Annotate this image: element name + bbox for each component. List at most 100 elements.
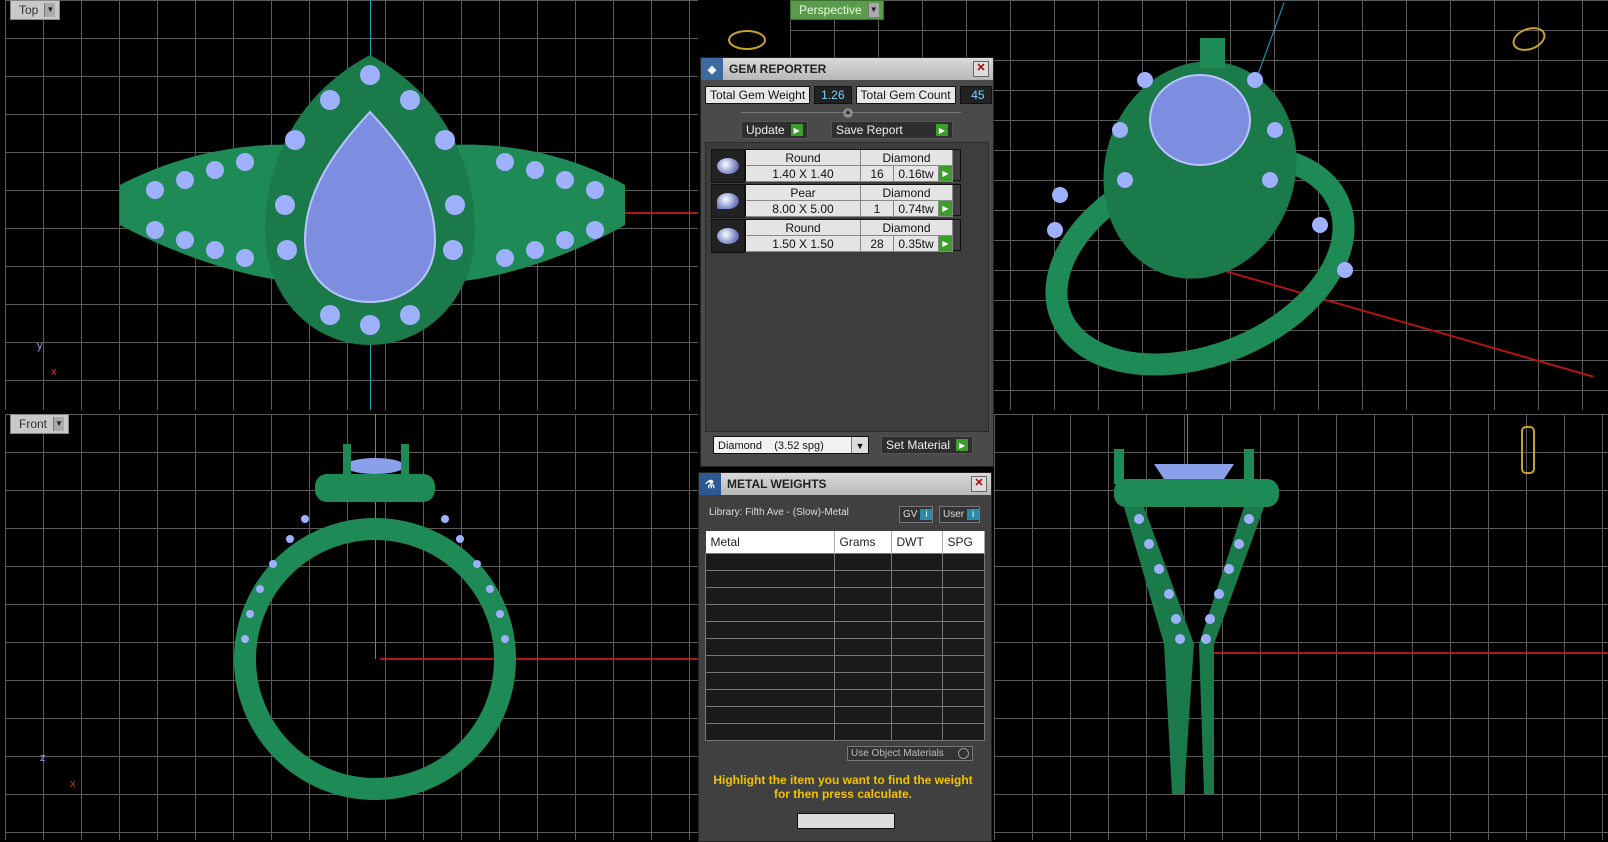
- gem-count: 28: [861, 236, 894, 252]
- update-label: Update: [746, 123, 785, 137]
- column-header-spg[interactable]: SPG: [942, 531, 985, 554]
- gem-row[interactable]: Round Diamond 1.50 X 1.50 28 0.35tw ▶: [711, 219, 961, 253]
- chevron-down-icon[interactable]: ▼: [44, 3, 56, 17]
- info-icon: i: [920, 509, 933, 520]
- gem-size: 1.40 X 1.40: [746, 166, 861, 182]
- viewport-top[interactable]: Top ▼ y x: [5, 0, 698, 410]
- table-row[interactable]: [705, 706, 985, 724]
- table-row[interactable]: [705, 621, 985, 639]
- viewport-label-front[interactable]: Front ▼: [10, 414, 70, 434]
- chevron-down-icon[interactable]: ▼: [53, 417, 65, 431]
- axis-label-x: x: [70, 778, 76, 790]
- totals-row: Total Gem Weight 1.26 Total Gem Count 45: [705, 86, 992, 104]
- table-row[interactable]: [705, 587, 985, 605]
- metal-weights-titlebar[interactable]: ⚗ METAL WEIGHTS ✕: [699, 473, 991, 495]
- axis-gizmo: z x: [40, 752, 76, 790]
- gem-weight: 0.35tw: [894, 236, 939, 252]
- play-arrow-icon[interactable]: ▶: [939, 236, 953, 252]
- gem-count: 1: [861, 201, 894, 217]
- gem-row[interactable]: Pear Diamond 8.00 X 5.00 1 0.74tw ▶: [711, 184, 961, 218]
- close-icon[interactable]: ✕: [971, 476, 987, 492]
- use-object-materials-checkbox[interactable]: Use Object Materials: [847, 746, 973, 761]
- total-gem-count-label: Total Gem Count: [855, 86, 956, 104]
- material-select[interactable]: Diamond (3.52 spg) ▼: [713, 436, 869, 454]
- total-gem-weight-value: 1.26: [814, 86, 852, 104]
- chevron-down-icon[interactable]: ▼: [867, 3, 879, 17]
- metal-weights-panel: ⚗ METAL WEIGHTS ✕ Library: Fifth Ave - (…: [698, 472, 992, 842]
- material-select-value: Diamond (3.52 spg): [718, 440, 824, 452]
- ring-preset-icon[interactable]: [728, 30, 766, 50]
- ring-front-view[interactable]: [5, 414, 698, 840]
- play-arrow-icon[interactable]: ▶: [939, 201, 953, 217]
- save-report-label: Save Report: [836, 123, 903, 137]
- axis-label-y: y: [37, 340, 43, 352]
- total-gem-weight-label: Total Gem Weight: [705, 86, 811, 104]
- user-label: User: [943, 509, 965, 520]
- use-object-materials-label: Use Object Materials: [851, 748, 944, 759]
- gem-row[interactable]: Round Diamond 1.40 X 1.40 16 0.16tw ▶: [711, 149, 961, 183]
- column-header-dwt[interactable]: DWT: [891, 531, 943, 554]
- gem-reporter-logo-icon: ◈: [701, 58, 723, 80]
- play-arrow-icon: ▶: [936, 124, 948, 136]
- gv-label: GV: [903, 509, 918, 520]
- gem-material: Diamond: [861, 150, 953, 166]
- instruction-text: Highlight the item you want to find the …: [713, 773, 973, 801]
- table-row[interactable]: [705, 553, 985, 571]
- checkbox-icon[interactable]: [958, 748, 969, 759]
- axis-label-x: x: [51, 366, 57, 378]
- info-icon: i: [967, 509, 980, 520]
- panel-title: METAL WEIGHTS: [727, 477, 827, 491]
- table-row[interactable]: [705, 689, 985, 707]
- flask-icon: ⚗: [699, 473, 721, 495]
- library-label: Library: Fifth Ave - (Slow)-Metal: [709, 507, 849, 518]
- gem-reporter-panel: ◈ GEM REPORTER ✕ Total Gem Weight 1.26 T…: [700, 57, 994, 467]
- set-material-label: Set Material: [886, 438, 951, 452]
- play-arrow-icon[interactable]: ▶: [939, 166, 953, 182]
- column-header-metal[interactable]: Metal: [705, 531, 835, 554]
- metal-weights-table[interactable]: Metal Grams DWT SPG: [705, 531, 985, 741]
- table-row[interactable]: [705, 672, 985, 690]
- viewport-label-perspective[interactable]: Perspective ▼: [790, 0, 884, 20]
- gv-toggle[interactable]: GV i: [899, 506, 934, 523]
- viewport-right[interactable]: [994, 414, 1608, 840]
- panel-title: GEM REPORTER: [729, 62, 827, 76]
- save-report-button[interactable]: Save Report ▶: [831, 121, 953, 139]
- table-row[interactable]: [705, 638, 985, 656]
- gem-list: Round Diamond 1.40 X 1.40 16 0.16tw ▶ Pe…: [705, 142, 989, 432]
- gem-material: Diamond: [861, 220, 953, 236]
- gem-reporter-titlebar[interactable]: ◈ GEM REPORTER ✕: [701, 58, 993, 80]
- pear-gem-icon: [711, 184, 745, 218]
- round-gem-icon: [711, 149, 745, 183]
- axis-gizmo: y x: [37, 340, 57, 378]
- gem-weight: 0.74tw: [894, 201, 939, 217]
- ring-side-view[interactable]: [994, 414, 1608, 840]
- column-header-grams[interactable]: Grams: [834, 531, 892, 554]
- gem-size: 1.50 X 1.50: [746, 236, 861, 252]
- table-row[interactable]: [705, 570, 985, 588]
- table-row[interactable]: [705, 723, 985, 741]
- viewport-label-top[interactable]: Top ▼: [10, 0, 61, 20]
- play-arrow-icon: ▶: [956, 439, 969, 451]
- table-row[interactable]: [705, 604, 985, 622]
- viewport-front[interactable]: Front ▼ z x: [5, 414, 698, 840]
- collapse-arrow-icon[interactable]: ▲: [843, 108, 853, 118]
- gem-shape: Round: [746, 150, 861, 166]
- gem-weight: 0.16tw: [894, 166, 939, 182]
- ring-top-view[interactable]: [5, 0, 698, 410]
- total-gem-count-value: 45: [959, 86, 992, 104]
- calculate-control[interactable]: [797, 813, 895, 829]
- gem-shape: Round: [746, 220, 861, 236]
- update-button[interactable]: Update ▶: [741, 121, 808, 139]
- gem-shape: Pear: [746, 185, 861, 201]
- collapse-handle[interactable]: ▲: [741, 108, 961, 121]
- user-toggle[interactable]: User i: [939, 506, 981, 523]
- chevron-down-icon[interactable]: ▼: [851, 437, 868, 453]
- table-row[interactable]: [705, 655, 985, 673]
- round-gem-icon: [711, 219, 745, 253]
- viewport-name: Front: [19, 417, 48, 431]
- set-material-button[interactable]: Set Material ▶: [881, 436, 974, 454]
- gem-count: 16: [861, 166, 894, 182]
- close-icon[interactable]: ✕: [973, 61, 989, 77]
- play-arrow-icon: ▶: [790, 124, 803, 136]
- ring-preset-icon[interactable]: [1521, 426, 1535, 474]
